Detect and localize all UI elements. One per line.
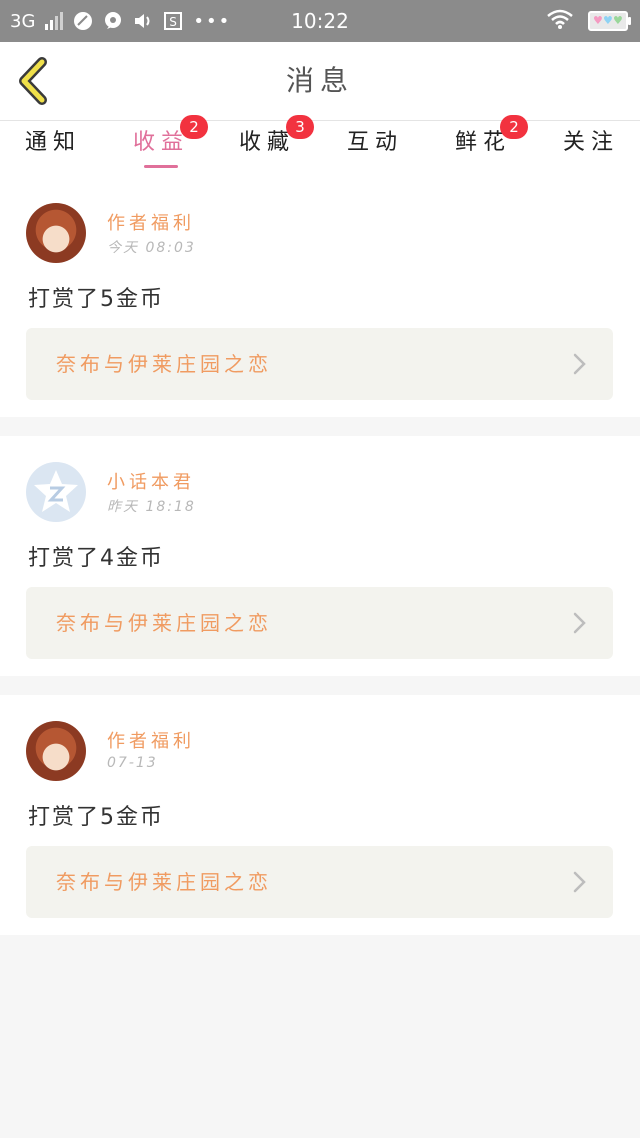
- tab-favorites[interactable]: 收藏 3: [232, 115, 314, 177]
- message-time: 昨天 18:18: [107, 499, 196, 515]
- story-link[interactable]: 奈布与伊莱庄园之恋: [26, 846, 613, 918]
- sender-name: 小话本君: [107, 472, 195, 493]
- chevron-right-icon: [573, 353, 586, 375]
- sender-name: 作者福利: [107, 213, 195, 234]
- badge-count: 2: [500, 115, 528, 139]
- message-card: 作者福利 07-13 打赏了5金币 奈布与伊莱庄园之恋: [0, 695, 640, 935]
- tab-interactions[interactable]: 互动: [340, 121, 410, 177]
- story-title: 奈布与伊莱庄园之恋: [56, 352, 272, 376]
- message-time: 07-13: [107, 755, 158, 771]
- tab-notifications[interactable]: 通知: [18, 121, 88, 177]
- battery-icon: ♥ ♥ ♥: [588, 11, 631, 31]
- message-content: 打赏了5金币: [28, 287, 164, 312]
- tab-label: 互动: [346, 130, 403, 155]
- tab-label: 关注: [562, 130, 619, 155]
- story-title: 奈布与伊莱庄园之恋: [56, 611, 272, 635]
- active-tab-indicator: [144, 165, 178, 168]
- status-bar: 3G S ••• 10:22 ♥ ♥ ♥: [0, 0, 640, 42]
- message-card: 小话本君 昨天 18:18 打赏了4金币 奈布与伊莱庄园之恋: [0, 436, 640, 676]
- avatar[interactable]: [26, 721, 86, 781]
- story-link[interactable]: 奈布与伊莱庄园之恋: [26, 587, 613, 659]
- badge-count: 3: [286, 115, 314, 139]
- top-bar: 消息: [0, 42, 640, 121]
- clock: 10:22: [291, 9, 349, 33]
- wifi-icon: [546, 8, 574, 34]
- chevron-right-icon: [573, 871, 586, 893]
- story-link[interactable]: 奈布与伊莱庄园之恋: [26, 328, 613, 400]
- message-content: 打赏了5金币: [28, 805, 164, 830]
- tab-flowers[interactable]: 鲜花 2: [448, 115, 528, 177]
- tab-earnings[interactable]: 收益 2: [126, 115, 208, 177]
- tab-label: 通知: [24, 130, 81, 155]
- z-logo-icon: [34, 470, 78, 512]
- sender-name: 作者福利: [107, 731, 195, 752]
- tab-bar: 通知 收益 2 收藏 3 互动 鲜花 2 关注: [0, 115, 640, 177]
- badge-count: 2: [180, 115, 208, 139]
- message-card: 作者福利 今天 08:03 打赏了5金币 奈布与伊莱庄园之恋: [0, 177, 640, 417]
- tab-label: 收益: [132, 130, 189, 155]
- message-content: 打赏了4金币: [28, 546, 164, 571]
- avatar[interactable]: [26, 203, 86, 263]
- chevron-right-icon: [573, 612, 586, 634]
- story-title: 奈布与伊莱庄园之恋: [56, 870, 272, 894]
- tab-label: 收藏: [238, 130, 295, 155]
- avatar[interactable]: [26, 462, 86, 522]
- page-title: 消息: [285, 64, 354, 97]
- tab-following[interactable]: 关注: [556, 121, 626, 177]
- message-time: 今天 08:03: [107, 240, 196, 256]
